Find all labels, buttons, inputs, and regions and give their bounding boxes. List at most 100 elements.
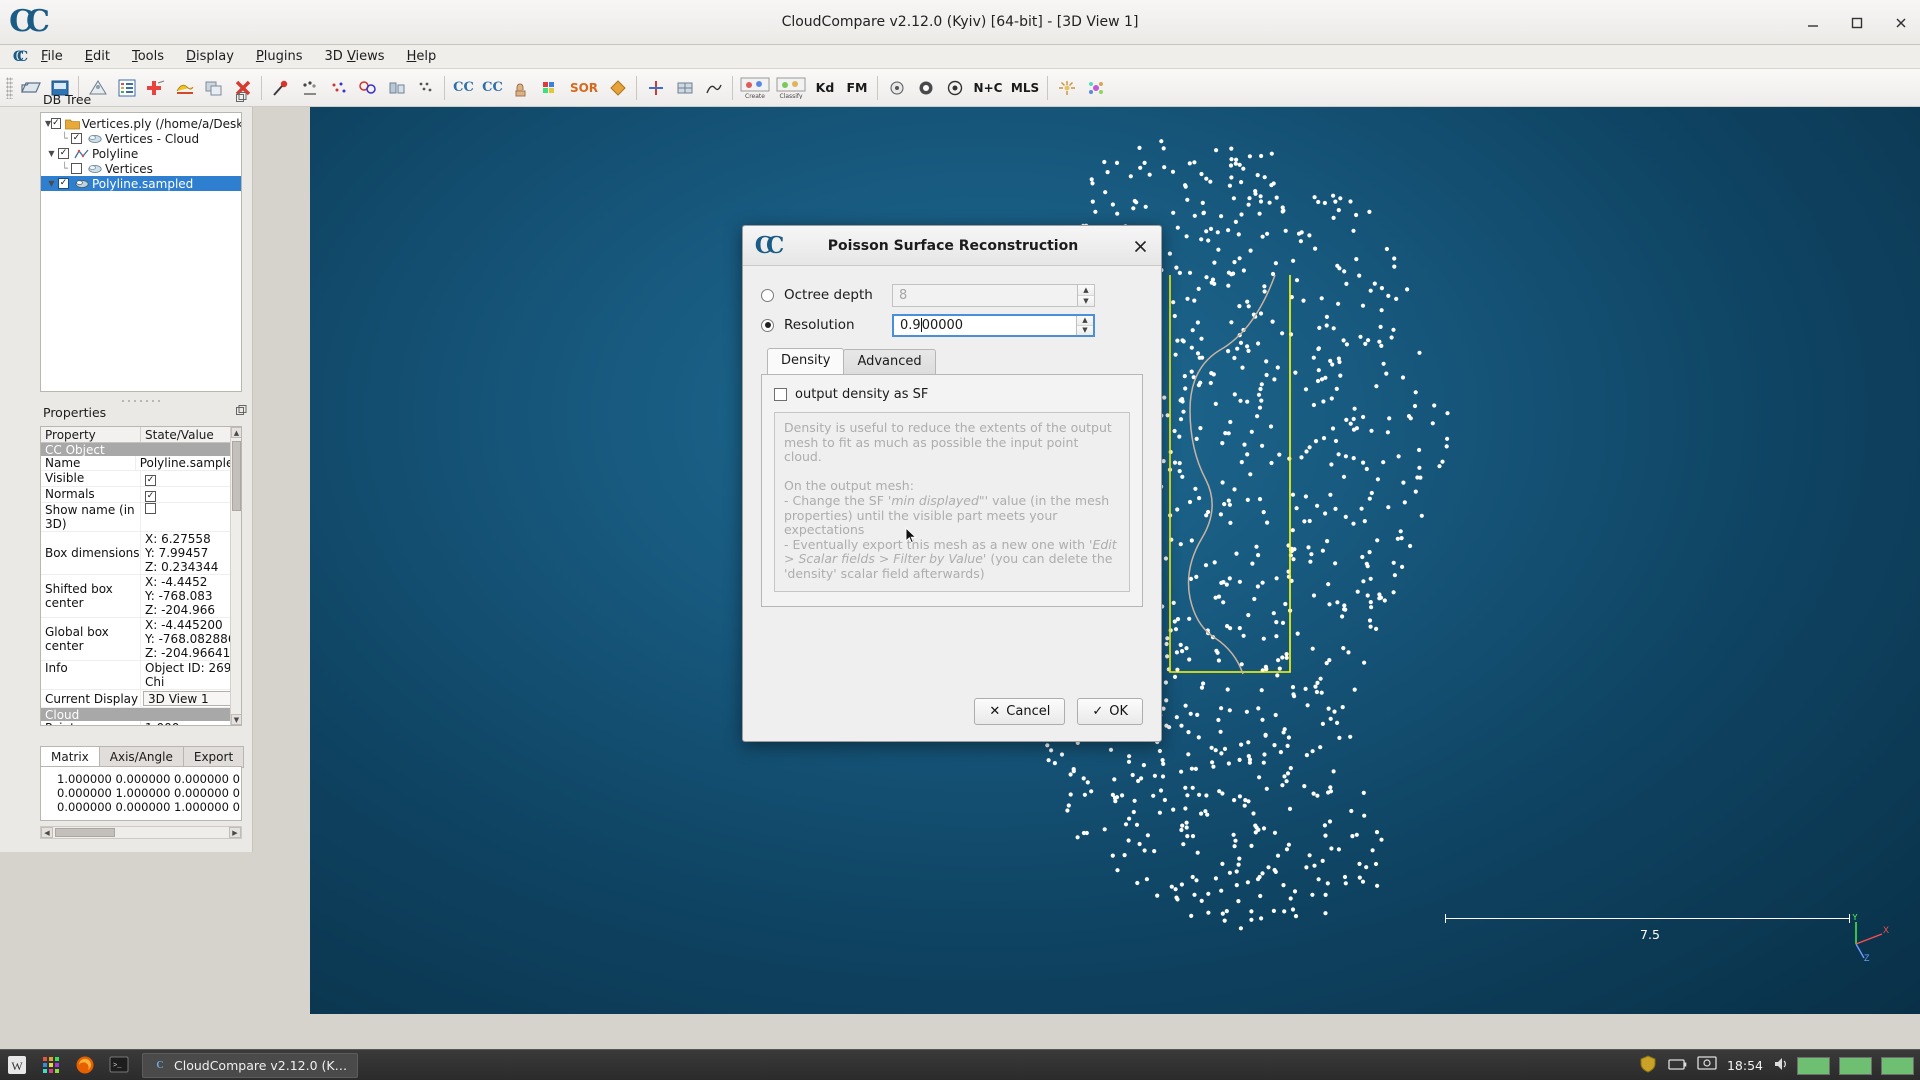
2d-polygon-icon[interactable] — [699, 73, 728, 103]
ok-button[interactable]: ✓ OK — [1077, 698, 1143, 725]
output-density-checkbox[interactable] — [774, 388, 787, 401]
menu-help[interactable]: Help — [396, 46, 448, 67]
visibility-checkbox[interactable]: ✓ — [71, 133, 82, 144]
tree-item-vertices-ply[interactable]: ▼ ✓ Vertices.ply (/home/a/Desk… — [41, 116, 241, 131]
firefox-icon[interactable] — [68, 1050, 102, 1080]
expand-arrow-icon[interactable]: ▼ — [45, 179, 58, 188]
resolution-spin-up-icon[interactable]: ▲ — [1077, 316, 1093, 326]
rasterize-icon[interactable] — [670, 73, 699, 103]
current-display-combo[interactable]: 3D View 1 — [143, 691, 239, 706]
db-tree[interactable]: ▼ ✓ Vertices.ply (/home/a/Desk… ▼ └ ✓ Ve… — [40, 112, 242, 392]
open-file-icon[interactable] — [16, 73, 45, 103]
normals-checkbox[interactable]: ✓ — [145, 491, 156, 502]
stat-test-icon[interactable] — [507, 73, 536, 103]
apps-grid-icon[interactable] — [34, 1050, 68, 1080]
visibility-checkbox[interactable] — [71, 163, 82, 174]
resolution-row[interactable]: Resolution 0.900000 ▲ ▼ — [761, 310, 1143, 340]
output-density-row[interactable]: output density as SF — [774, 387, 1130, 402]
properties-table[interactable]: Property State/Value CC Object Name Poly… — [40, 426, 242, 726]
visibility-checkbox[interactable]: ✓ — [58, 148, 69, 159]
octree-depth-radio[interactable] — [761, 289, 774, 302]
panel-splitter[interactable] — [120, 398, 160, 404]
dialog-close-button[interactable] — [1129, 235, 1151, 257]
segment-icon[interactable] — [170, 73, 199, 103]
pick-point-icon[interactable] — [266, 73, 295, 103]
terminal-icon[interactable]: >_ — [102, 1050, 136, 1080]
subsample-icon[interactable] — [411, 73, 440, 103]
resolution-value[interactable]: 0.900000 — [894, 318, 1076, 333]
menu-3d-views[interactable]: 3D Views — [314, 46, 396, 67]
visibility-checkbox[interactable]: ✓ — [58, 178, 69, 189]
property-row-current-display[interactable]: Current Display 3D View 1 — [41, 690, 241, 708]
property-row-normals[interactable]: Normals ✓ — [41, 487, 241, 503]
volume-icon[interactable] — [1772, 1055, 1788, 1077]
align-icon[interactable] — [382, 73, 411, 103]
visible-checkbox[interactable]: ✓ — [145, 475, 156, 486]
start-icon[interactable]: W — [0, 1050, 34, 1080]
db-tree-float-icon[interactable] — [236, 92, 248, 104]
point-pair-align-icon[interactable] — [324, 73, 353, 103]
poisson-recon-icon[interactable] — [911, 73, 940, 103]
properties-scrollbar[interactable]: ▲ ▼ — [230, 427, 241, 725]
facet-mesh-icon[interactable]: FM — [841, 73, 873, 103]
workspace-1[interactable] — [1797, 1057, 1830, 1075]
close-button[interactable] — [1890, 12, 1912, 34]
taskbar-window-cloudcompare[interactable]: C CloudCompare v2.12.0 (K… — [142, 1053, 358, 1078]
label-connected-components-icon[interactable] — [536, 73, 565, 103]
workspace-2[interactable] — [1839, 1057, 1872, 1075]
property-row-visible[interactable]: Visible ✓ — [41, 471, 241, 487]
scrollbar-thumb[interactable] — [232, 441, 241, 511]
tree-item-vertices-cloud[interactable]: ▼ └ ✓ Vertices - Cloud — [41, 131, 241, 146]
cloud-cloud-distance-icon[interactable]: CC — [449, 73, 478, 103]
tab-matrix[interactable]: Matrix — [40, 746, 100, 768]
resolution-radio[interactable] — [761, 319, 774, 332]
minimize-button[interactable] — [1802, 12, 1824, 34]
mls-smooth-icon[interactable]: MLS — [1007, 73, 1043, 103]
menu-plugins[interactable]: Plugins — [245, 46, 314, 67]
clone-icon[interactable] — [199, 73, 228, 103]
octree-depth-row[interactable]: Octree depth 8 ▲ ▼ — [761, 280, 1143, 310]
scroll-right-icon[interactable]: ▶ — [229, 827, 241, 838]
tree-item-polyline-vertices[interactable]: ▼ └ Vertices — [41, 161, 241, 176]
maximize-button[interactable] — [1846, 12, 1868, 34]
canupo-create-icon[interactable]: Create — [737, 73, 773, 103]
kd-tree-icon[interactable]: Kd — [809, 73, 841, 103]
resolution-spin-down-icon[interactable]: ▼ — [1077, 326, 1093, 335]
tree-item-polyline[interactable]: ▼ ✓ Polyline — [41, 146, 241, 161]
resolution-spinbox[interactable]: 0.900000 ▲ ▼ — [892, 314, 1095, 337]
scrollbar-thumb[interactable] — [55, 828, 115, 837]
scroll-left-icon[interactable]: ◀ — [41, 827, 53, 838]
tab-export[interactable]: Export — [183, 746, 244, 768]
octree-spin-up-icon[interactable]: ▲ — [1078, 285, 1094, 296]
tree-item-polyline-sampled[interactable]: ▼ ✓ Polyline.sampled — [41, 176, 241, 191]
menu-file[interactable]: File — [30, 46, 74, 67]
sor-filter-icon[interactable]: SOR — [565, 73, 603, 103]
toggle-db-tree-icon[interactable] — [112, 73, 141, 103]
extra-plugin-icon[interactable] — [1081, 73, 1110, 103]
toolbar-grip[interactable] — [6, 77, 13, 99]
display-icon[interactable] — [1696, 1055, 1718, 1077]
menu-edit[interactable]: Edit — [74, 46, 121, 67]
tab-axis-angle[interactable]: Axis/Angle — [99, 746, 184, 768]
matrix-horizontal-scrollbar[interactable]: ◀ ▶ — [40, 826, 242, 839]
hough-normals-icon[interactable] — [882, 73, 911, 103]
property-row-show-name[interactable]: Show name (in 3D) — [41, 503, 241, 532]
normal-cloud-icon[interactable]: N+C — [969, 73, 1007, 103]
cancel-button[interactable]: ✕ Cancel — [974, 698, 1065, 725]
octree-depth-spinbox[interactable]: 8 ▲ ▼ — [892, 284, 1095, 307]
register-icon[interactable] — [353, 73, 382, 103]
canupo-classify-icon[interactable]: Classify — [773, 73, 809, 103]
menu-tools[interactable]: Tools — [121, 46, 175, 67]
tab-density[interactable]: Density — [767, 348, 844, 374]
scroll-up-icon[interactable]: ▲ — [231, 427, 242, 438]
add-point-icon[interactable] — [141, 73, 170, 103]
unroll-icon[interactable] — [641, 73, 670, 103]
cloud-mesh-distance-icon[interactable]: CC — [478, 73, 507, 103]
pcv-icon[interactable] — [1052, 73, 1081, 103]
workspace-3[interactable] — [1881, 1057, 1914, 1075]
poisson-surface-reconstruction-dialog[interactable]: CC Poisson Surface Reconstruction Octree… — [742, 225, 1162, 742]
m3c2-icon[interactable] — [940, 73, 969, 103]
shield-icon[interactable] — [1638, 1055, 1658, 1077]
scroll-down-icon[interactable]: ▼ — [231, 714, 242, 725]
compute-normals-icon[interactable] — [603, 73, 632, 103]
